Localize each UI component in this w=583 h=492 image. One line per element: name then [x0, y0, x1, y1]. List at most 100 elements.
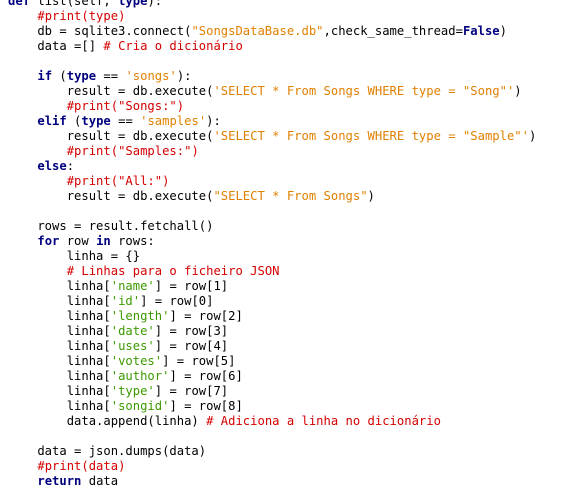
- code-line: linha['length'] = row[2]: [0, 309, 583, 324]
- code-line: #print("Samples:"): [0, 144, 583, 159]
- comment-token: # Adiciona a linha no dicionário: [206, 414, 441, 428]
- code-token: ] = row[4]: [154, 339, 229, 353]
- comment-token: #print("All:"): [66, 174, 170, 188]
- code-token: ):: [147, 0, 163, 8]
- keyword-token: elif: [37, 114, 67, 128]
- code-token: linha[: [8, 324, 111, 338]
- keyword-token: type: [81, 114, 111, 128]
- code-token: ] = row[8]: [169, 399, 243, 413]
- code-line: result = db.execute('SELECT * From Songs…: [0, 84, 583, 99]
- comment-token: # Linhas para o ficheiro JSON: [66, 264, 280, 278]
- code-token: ] = row[6]: [169, 369, 243, 383]
- code-token: row: [59, 234, 97, 248]
- code-token: linha[: [8, 384, 111, 398]
- string-token: "SELECT * From Songs": [213, 189, 368, 203]
- code-line: data =[] # Cria o dicionário: [0, 39, 583, 54]
- string-token: 'name': [110, 279, 155, 293]
- code-token: data.append(linha): [8, 414, 207, 428]
- code-token: rows = result.fetchall(): [8, 219, 214, 233]
- code-line: for row in rows:: [0, 234, 583, 249]
- code-token: data = json.dumps(data): [8, 444, 207, 458]
- keyword-token: type: [118, 0, 148, 8]
- code-token: linha[: [8, 354, 111, 368]
- code-line: #print(data): [0, 459, 583, 474]
- code-token: result = db.execute(: [8, 189, 214, 203]
- string-token: 'SELECT * From Songs WHERE type = "Song"…: [213, 84, 515, 98]
- string-token: 'author': [110, 369, 170, 383]
- code-token: result = db.execute(: [8, 84, 214, 98]
- code-line: result = db.execute("SELECT * From Songs…: [0, 189, 583, 204]
- code-token: ==: [110, 114, 141, 128]
- string-token: 'length': [110, 309, 170, 323]
- code-token: (: [66, 114, 82, 128]
- string-token: 'votes': [110, 354, 163, 368]
- code-token: data =[]: [8, 39, 104, 53]
- code-line: linha = {}: [0, 249, 583, 264]
- code-token: linha[: [8, 339, 111, 353]
- code-token: ):: [206, 114, 221, 128]
- code-token: linha = {}: [8, 249, 141, 263]
- code-line: linha['name'] = row[1]: [0, 279, 583, 294]
- code-line: return data: [0, 474, 583, 489]
- code-token: ): [367, 189, 375, 203]
- code-line: def list(self, type):: [0, 0, 583, 9]
- code-token: ] = row[3]: [154, 324, 229, 338]
- string-token: 'samples': [140, 114, 207, 128]
- keyword-token: return: [37, 474, 82, 488]
- keyword-token: def: [8, 0, 31, 8]
- code-token: linha[: [8, 294, 111, 308]
- code-token: ,check_same_thread=: [323, 24, 463, 38]
- code-token: ): [514, 84, 522, 98]
- code-line: linha['date'] = row[3]: [0, 324, 583, 339]
- code-line: db = sqlite3.connect("SongsDataBase.db",…: [0, 24, 583, 39]
- string-token: 'SELECT * From Songs WHERE type = "Sampl…: [213, 129, 529, 143]
- code-line: # Linhas para o ficheiro JSON: [0, 264, 583, 279]
- code-line: linha['author'] = row[6]: [0, 369, 583, 384]
- keyword-token: for: [37, 234, 60, 248]
- code-token: ] = row[5]: [162, 354, 236, 368]
- code-line: else:: [0, 159, 583, 174]
- code-line: if (type == 'songs'):: [0, 69, 583, 84]
- code-token: linha[: [8, 399, 111, 413]
- code-line: elif (type == 'samples'):: [0, 114, 583, 129]
- code-line: #print("Songs:"): [0, 99, 583, 114]
- code-token: ): [499, 24, 507, 38]
- code-token: :: [66, 159, 75, 173]
- code-token: ] = row[7]: [154, 384, 229, 398]
- comment-token: #print(type): [37, 9, 126, 23]
- code-token: ): [528, 129, 537, 143]
- code-line: rows = result.fetchall(): [0, 219, 583, 234]
- code-token: linha[: [8, 369, 111, 383]
- code-line: result = db.execute('SELECT * From Songs…: [0, 129, 583, 144]
- keyword-token: in: [96, 234, 111, 248]
- comment-token: #print("Samples:"): [66, 144, 199, 158]
- code-token: list(self,: [30, 0, 119, 8]
- code-token: (: [52, 69, 67, 83]
- code-token: linha[: [8, 309, 111, 323]
- code-token: ] = row[0]: [140, 294, 214, 308]
- string-token: 'uses': [110, 339, 155, 353]
- keyword-token: else: [37, 159, 67, 173]
- string-token: 'id': [110, 294, 141, 308]
- string-token: 'date': [110, 324, 155, 338]
- keyword-token: False: [462, 24, 500, 38]
- comment-token: # Cria o dicionário: [103, 39, 243, 53]
- string-token: "SongsDataBase.db": [191, 24, 324, 38]
- code-token: db = sqlite3.connect(: [8, 24, 192, 38]
- string-token: 'type': [110, 384, 155, 398]
- comment-token: #print("Songs:"): [66, 99, 185, 113]
- code-editor[interactable]: def list(self, type): #print(type) db = …: [0, 0, 583, 492]
- code-token: ] = row[2]: [169, 309, 243, 323]
